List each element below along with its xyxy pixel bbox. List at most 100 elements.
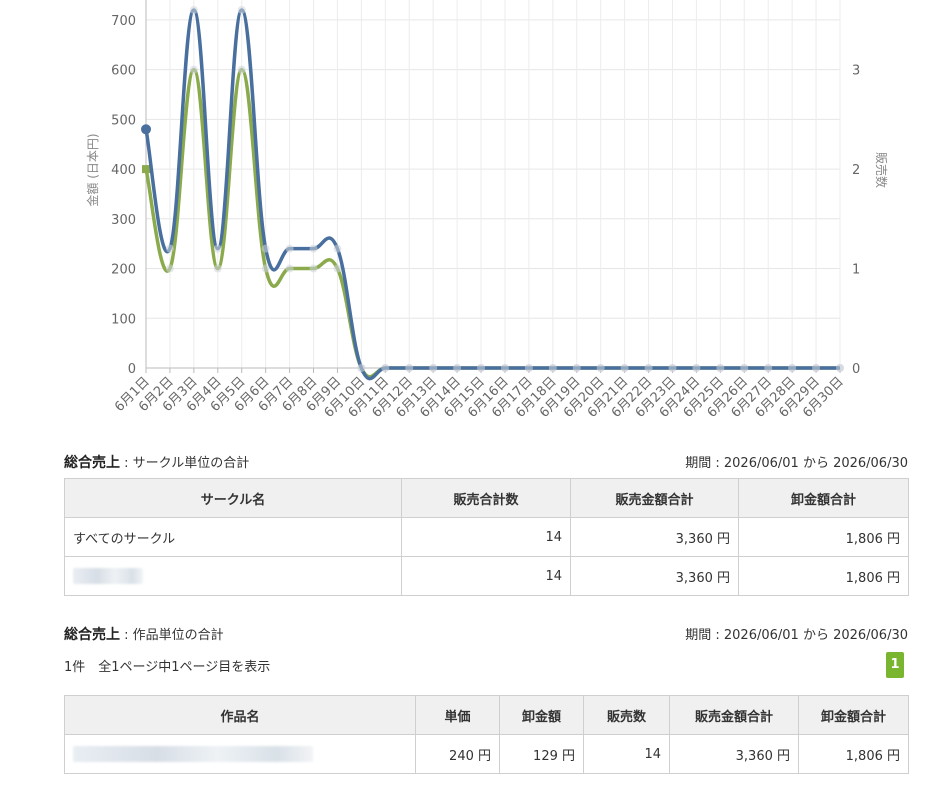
unit-price-cell: 240 円: [415, 734, 500, 774]
work-summary-title: 総合売上: [64, 627, 120, 643]
y2-tick-label: 3: [852, 64, 860, 79]
y-axis-title: 金額 (日本円): [85, 133, 100, 206]
chart-series: [141, 5, 844, 381]
circle-summary-period: 期間 : 2026/06/01 から 2026/06/30: [685, 456, 908, 471]
series-point: [285, 264, 294, 273]
y-tick-label: 100: [111, 312, 136, 327]
redacted-work-name: [73, 746, 313, 762]
sales-amount-cell: 3,360 円: [669, 734, 799, 774]
series-point: [261, 264, 270, 273]
series-line-1: [144, 67, 840, 379]
sales-amount-cell: 3,360 円: [570, 556, 739, 596]
series-point: [381, 364, 390, 372]
series-point: [285, 244, 294, 253]
series-point: [548, 364, 557, 372]
pagination-page-1[interactable]: 1: [886, 652, 904, 678]
wholesale-amount-cell: 1,806 円: [738, 556, 909, 596]
table-header-row: 作品名 単価 卸金額 販売数 販売金額合計 卸金額合計: [64, 695, 909, 735]
series-point: [453, 364, 462, 372]
series-point: [189, 65, 198, 74]
series-point: [141, 124, 151, 135]
series-point: [477, 364, 486, 372]
series-line-0: [144, 8, 840, 381]
table-row: 240 円 129 円 14 3,360 円 1,806 円: [64, 734, 909, 774]
table-row: 14 3,360 円 1,806 円: [64, 556, 909, 596]
series-point: [668, 364, 677, 372]
col-header-work-name: 作品名: [64, 695, 416, 735]
col-header-sales-amount: 販売金額合計: [669, 695, 799, 735]
circle-summary-table: サークル名 販売合計数 販売金額合計 卸金額合計 すべてのサークル 14 3,3…: [64, 478, 909, 596]
total-count-cell: 14: [401, 517, 571, 557]
y-tick-label: 700: [111, 14, 136, 29]
series-point: [812, 364, 821, 372]
circle-summary-header: 総合売上 : サークル単位の合計 期間 : 2026/06/01 から 2026…: [64, 452, 908, 474]
series-point: [692, 364, 701, 372]
y-tick-label: 300: [111, 213, 136, 228]
y-tick-label: 600: [111, 64, 136, 79]
col-header-total-count: 販売合計数: [401, 478, 571, 518]
table-row: すべてのサークル 14 3,360 円 1,806 円: [64, 517, 909, 557]
circle-name-cell: すべてのサークル: [64, 517, 402, 557]
series-point: [213, 264, 222, 273]
work-summary-header: 総合売上 : 作品単位の合計 期間 : 2026/06/01 から 2026/0…: [64, 624, 908, 646]
series-point: [716, 364, 725, 372]
circle-summary-subtitle: : サークル単位の合計: [120, 456, 250, 471]
y2-tick-label: 0: [852, 362, 860, 377]
y-tick-label: 500: [111, 113, 136, 128]
series-point: [572, 364, 581, 372]
total-count-cell: 14: [401, 556, 571, 596]
series-point: [189, 5, 198, 14]
sales-amount-cell: 3,360 円: [570, 517, 739, 557]
col-header-wholesale-amount: 卸金額合計: [738, 478, 909, 518]
series-point: [237, 65, 246, 74]
redacted-circle-name: [73, 568, 143, 584]
col-header-sales-count: 販売数: [583, 695, 670, 735]
series-point: [500, 364, 509, 372]
col-header-wholesale-amount: 卸金額合計: [798, 695, 909, 735]
wholesale-amount-cell: 1,806 円: [798, 734, 909, 774]
y-tick-label: 400: [111, 163, 136, 178]
sales-chart: 010020030040050060070001236月1日6月2日6月3日6月…: [85, 0, 889, 421]
work-summary-table: 作品名 単価 卸金額 販売数 販売金額合計 卸金額合計 240 円 129 円 …: [64, 695, 909, 774]
series-point: [596, 364, 605, 372]
work-summary-period: 期間 : 2026/06/01 から 2026/06/30: [685, 628, 908, 643]
y-tick-label: 0: [128, 362, 136, 377]
result-count-text: 1件 全1ページ中1ページ目を表示: [64, 660, 271, 675]
series-point: [524, 364, 533, 372]
col-header-sales-amount: 販売金額合計: [570, 478, 739, 518]
series-point: [213, 244, 222, 253]
table-header-row: サークル名 販売合計数 販売金額合計 卸金額合計: [64, 478, 909, 518]
series-point: [644, 364, 653, 372]
series-point: [764, 364, 773, 372]
series-point: [261, 244, 270, 253]
series-point: [165, 264, 174, 273]
series-point: [357, 364, 366, 372]
series-point: [405, 364, 414, 372]
series-point: [620, 364, 629, 372]
sales-count-cell: 14: [583, 734, 670, 774]
wholesale-amount-cell: 1,806 円: [738, 517, 909, 557]
series-point: [788, 364, 797, 372]
circle-name-cell-redacted: [64, 556, 402, 596]
series-point: [237, 5, 246, 14]
y-tick-label: 200: [111, 263, 136, 278]
series-point: [740, 364, 749, 372]
work-name-cell-redacted[interactable]: [64, 734, 416, 774]
series-point: [142, 165, 150, 174]
y2-axis-title: 販売数: [874, 152, 889, 188]
y2-tick-label: 2: [852, 163, 860, 178]
series-point: [333, 264, 342, 273]
series-point: [333, 244, 342, 253]
series-point: [309, 244, 318, 253]
work-summary-subtitle: : 作品単位の合計: [120, 628, 224, 643]
y2-tick-label: 1: [852, 263, 860, 278]
col-header-circle-name: サークル名: [64, 478, 402, 518]
series-point: [165, 244, 174, 253]
col-header-wholesale-price: 卸金額: [499, 695, 584, 735]
series-point: [309, 264, 318, 273]
series-point: [429, 364, 438, 372]
circle-summary-title: 総合売上: [64, 455, 120, 471]
wholesale-price-cell: 129 円: [499, 734, 584, 774]
col-header-unit-price: 単価: [415, 695, 500, 735]
series-point: [836, 364, 844, 372]
